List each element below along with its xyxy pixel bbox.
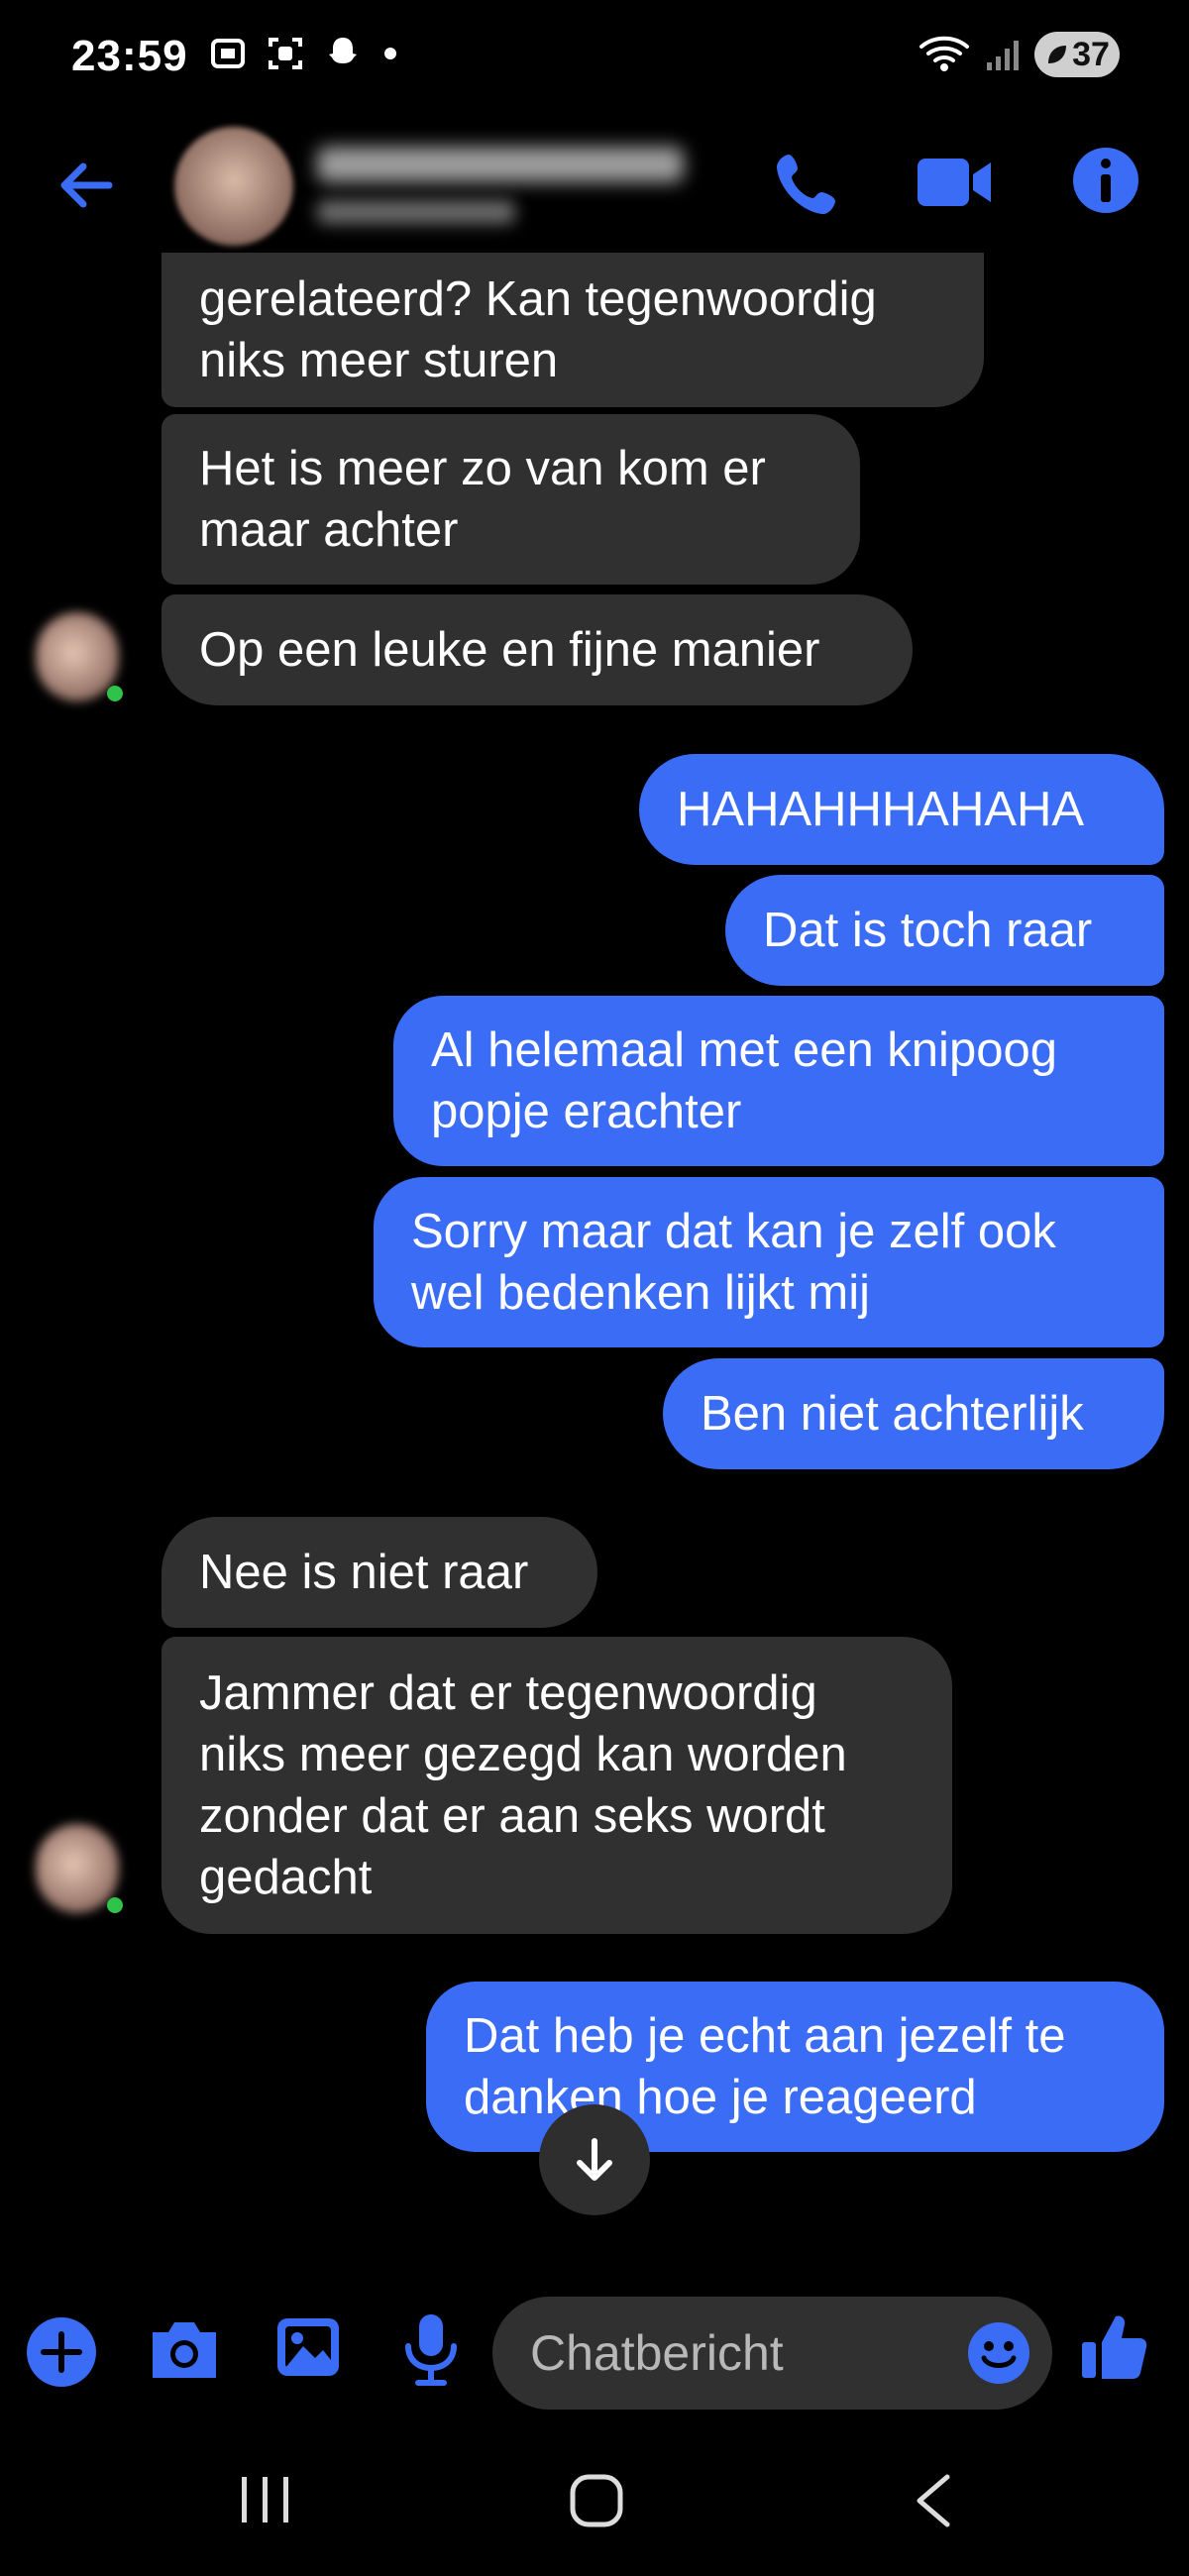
system-nav-bar [0, 2417, 1189, 2576]
message-incoming[interactable]: Nee is niet raar [162, 1517, 597, 1628]
battery-level: 37 [1072, 35, 1110, 73]
nav-back-icon[interactable] [912, 2473, 955, 2528]
emoji-icon[interactable] [966, 2320, 1031, 2386]
status-bar: 23:59 37 [0, 0, 1189, 119]
wifi-icon [919, 36, 969, 71]
message-thread[interactable]: gerelateerd? Kan tegenwoordig niks meer … [0, 253, 1189, 2279]
message-outgoing[interactable]: Sorry maar dat kan je zelf ook wel beden… [374, 1177, 1164, 1347]
message-outgoing[interactable]: Ben niet achterlijk [663, 1358, 1164, 1469]
avatar-image [36, 612, 119, 701]
contact-status-redacted [317, 200, 515, 224]
arrow-down-icon [577, 2138, 612, 2181]
contact-avatar-small[interactable] [36, 612, 123, 707]
online-indicator [107, 686, 123, 701]
battery-indicator: 37 [1034, 32, 1120, 77]
video-camera-icon[interactable] [916, 153, 995, 212]
screen-capture-icon [269, 38, 302, 69]
thumbs-up-icon[interactable] [1080, 2310, 1149, 2382]
recents-icon[interactable] [238, 2475, 293, 2524]
message-incoming[interactable]: Het is meer zo van kom er maar achter [162, 414, 860, 585]
snapchat-icon [329, 38, 357, 63]
avatar-image [36, 1824, 119, 1913]
camera-icon[interactable] [147, 2318, 222, 2384]
notification-icons [208, 34, 400, 73]
online-indicator [107, 1897, 123, 1913]
screenshot-icon [211, 39, 245, 68]
image-icon[interactable] [273, 2314, 343, 2380]
contact-avatar[interactable] [174, 127, 293, 246]
contact-avatar-small[interactable] [36, 1824, 123, 1919]
plus-icon[interactable] [24, 2314, 99, 2390]
microphone-icon[interactable] [400, 2310, 462, 2388]
back-arrow-icon[interactable] [52, 151, 121, 220]
phone-icon[interactable] [769, 147, 844, 222]
message-outgoing[interactable]: HAHAHHHAHAHA [639, 754, 1164, 865]
chat-header [0, 119, 1189, 253]
message-outgoing[interactable]: Dat is toch raar [725, 875, 1164, 986]
scroll-to-bottom-button[interactable] [539, 2104, 650, 2215]
system-indicators: 37 [918, 32, 1120, 77]
signal-icon [987, 41, 1019, 70]
home-icon[interactable] [569, 2473, 624, 2528]
message-outgoing[interactable]: Al helemaal met een knipoog popje eracht… [393, 996, 1164, 1166]
message-incoming[interactable]: Op een leuke en fijne manier [162, 594, 913, 705]
contact-name-redacted[interactable] [317, 147, 684, 182]
dot-icon [384, 48, 396, 59]
info-icon[interactable] [1070, 145, 1141, 216]
status-time: 23:59 [71, 32, 188, 80]
battery-saver-icon [1048, 46, 1067, 63]
message-composer [0, 2279, 1189, 2417]
message-outgoing[interactable]: Dat heb je echt aan jezelf te danken hoe… [426, 1982, 1164, 2152]
message-incoming[interactable]: Jammer dat er tegenwoordig niks meer gez… [162, 1637, 952, 1934]
message-incoming[interactable]: gerelateerd? Kan tegenwoordig niks meer … [162, 253, 984, 407]
